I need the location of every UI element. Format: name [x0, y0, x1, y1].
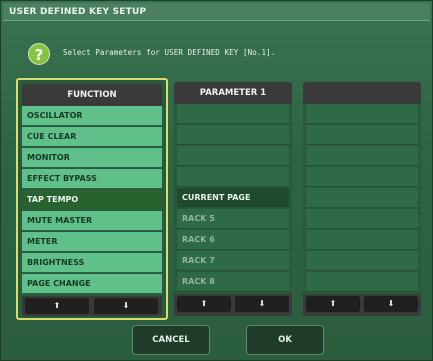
function-column: FUNCTION OSCILLATOR CUE CLEAR MONITOR EFFEC… [16, 78, 168, 320]
function-scroll-bar: ⬆ ⬇ [22, 296, 162, 316]
function-item[interactable]: BRIGHTNESS [22, 253, 162, 273]
parameter1-item[interactable] [177, 125, 289, 145]
parameter1-scroll-up-button[interactable]: ⬆ [177, 296, 231, 312]
arrow-up-icon: ⬆ [53, 301, 61, 310]
function-item[interactable]: PAGE CHANGE [22, 274, 162, 294]
parameter2-header [303, 82, 421, 104]
function-item[interactable]: METER [22, 232, 162, 252]
parameter2-item[interactable] [306, 272, 418, 292]
parameter2-item[interactable] [306, 230, 418, 250]
parameter2-column: ⬆ ⬇ [303, 82, 421, 316]
arrow-down-icon: ⬇ [258, 299, 266, 308]
parameter2-item[interactable] [306, 251, 418, 271]
function-header: FUNCTION [22, 84, 162, 106]
function-item[interactable]: EFFECT BYPASS [22, 169, 162, 189]
function-item[interactable]: TAP TEMPO [22, 190, 162, 210]
parameter2-item[interactable] [306, 167, 418, 187]
parameter1-item[interactable] [177, 146, 289, 166]
window-title: USER DEFINED KEY SETUP [3, 3, 430, 21]
parameter2-item[interactable] [306, 188, 418, 208]
parameter1-column: PARAMETER 1 CURRENT PAGE RACK 5 RACK 6 RACK… [174, 82, 292, 316]
parameter2-list [306, 104, 418, 294]
arrow-up-icon: ⬆ [329, 299, 337, 308]
parameter2-scroll-up-button[interactable]: ⬆ [306, 296, 360, 312]
cancel-button[interactable]: CANCEL [132, 325, 210, 355]
function-item[interactable]: MONITOR [22, 148, 162, 168]
arrow-down-icon: ⬇ [387, 299, 395, 308]
parameter1-scroll-down-button[interactable]: ⬇ [235, 296, 289, 312]
parameter1-item[interactable]: RACK 5 [177, 209, 289, 229]
function-item[interactable]: MUTE MASTER [22, 211, 162, 231]
function-item[interactable]: OSCILLATOR [22, 106, 162, 126]
arrow-up-icon: ⬆ [200, 299, 208, 308]
parameter2-item[interactable] [306, 146, 418, 166]
parameter2-scroll-down-button[interactable]: ⬇ [364, 296, 418, 312]
parameter1-item[interactable]: CURRENT PAGE [177, 188, 289, 208]
parameter1-item[interactable]: RACK 8 [177, 272, 289, 292]
parameter1-header: PARAMETER 1 [174, 82, 292, 104]
parameter2-item[interactable] [306, 104, 418, 124]
parameter2-scroll-bar: ⬆ ⬇ [303, 294, 421, 316]
function-scroll-up-button[interactable]: ⬆ [25, 298, 89, 314]
parameter1-item[interactable]: RACK 6 [177, 230, 289, 250]
arrow-down-icon: ⬇ [122, 301, 130, 310]
instruction-message: Select Parameters for USER DEFINED KEY [… [63, 48, 276, 57]
parameter2-item[interactable] [306, 209, 418, 229]
parameter1-list: CURRENT PAGE RACK 5 RACK 6 RACK 7 RACK 8 [177, 104, 289, 294]
function-scroll-down-button[interactable]: ⬇ [94, 298, 158, 314]
user-defined-key-setup-dialog: USER DEFINED KEY SETUP ? Select Paramete… [0, 0, 433, 361]
question-icon: ? [28, 43, 50, 65]
parameter1-item[interactable] [177, 104, 289, 124]
ok-button[interactable]: OK [246, 325, 324, 355]
function-list: OSCILLATOR CUE CLEAR MONITOR EFFECT BYPASS T… [22, 106, 162, 296]
parameter1-scroll-bar: ⬆ ⬇ [174, 294, 292, 316]
parameter1-item[interactable] [177, 167, 289, 187]
parameter2-item[interactable] [306, 125, 418, 145]
parameter1-item[interactable]: RACK 7 [177, 251, 289, 271]
function-item[interactable]: CUE CLEAR [22, 127, 162, 147]
